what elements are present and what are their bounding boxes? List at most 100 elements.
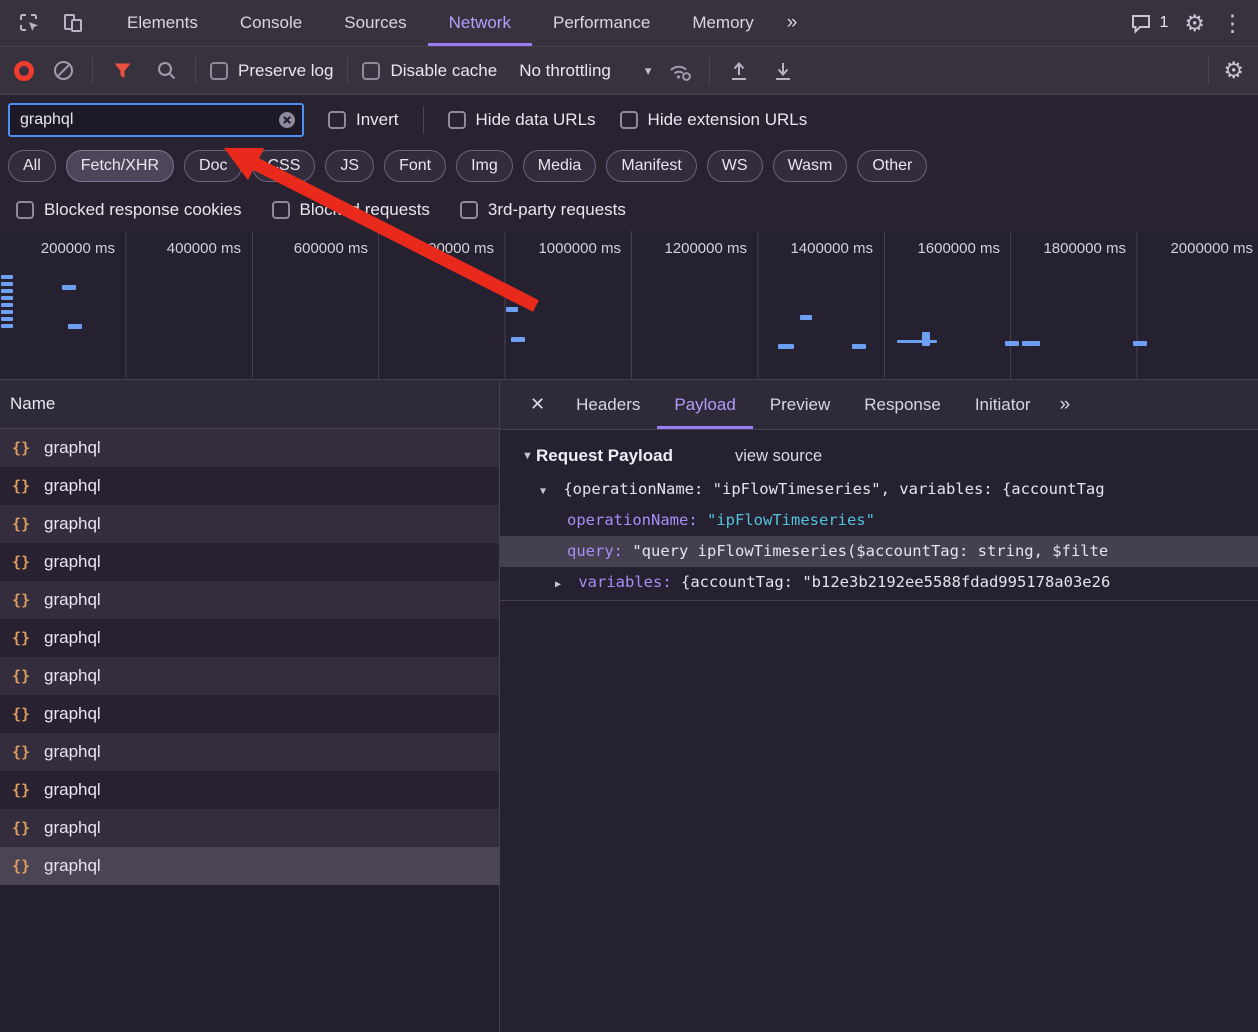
search-icon[interactable] (151, 56, 181, 86)
timeline-canvas[interactable] (0, 231, 1258, 379)
property-key: operationName: (567, 511, 698, 529)
disable-cache-checkbox[interactable]: Disable cache (362, 61, 497, 81)
payload-pane: ▼ Request Payload view source ▼ {operati… (500, 430, 1258, 601)
blocked-response-cookies-checkbox[interactable]: Blocked response cookies (16, 200, 242, 220)
name-column-header[interactable]: Name (0, 380, 499, 429)
close-details-icon[interactable]: ✕ (516, 394, 559, 415)
type-filter-doc[interactable]: Doc (184, 150, 242, 182)
timeline-bar (1, 310, 13, 314)
tab-headers[interactable]: Headers (559, 380, 657, 429)
view-source-link[interactable]: view source (735, 447, 822, 466)
export-har-icon[interactable] (768, 56, 798, 86)
table-row[interactable]: {} graphql (0, 657, 499, 695)
request-name: graphql (44, 704, 101, 724)
clear-network-log-icon[interactable] (48, 56, 78, 86)
type-filter-wasm[interactable]: Wasm (773, 150, 848, 182)
payload-operation-name-node[interactable]: operationName: "ipFlowTimeseries" (500, 505, 1258, 536)
kebab-menu-icon[interactable]: ⋮ (1221, 12, 1244, 35)
inspect-element-icon[interactable] (14, 8, 44, 38)
invert-checkbox[interactable]: Invert (328, 110, 399, 130)
tab-payload[interactable]: Payload (657, 380, 752, 429)
network-toolbar: Preserve log Disable cache No throttling… (0, 47, 1258, 95)
tab-elements[interactable]: Elements (106, 0, 219, 46)
timeline-bar (1, 317, 13, 321)
tab-response[interactable]: Response (847, 380, 958, 429)
settings-gear-icon[interactable]: ⚙ (1184, 12, 1205, 35)
toolbar-right-icons: 1 ⚙ ⋮ (1130, 0, 1258, 46)
tab-console[interactable]: Console (219, 0, 323, 46)
timeline-overview[interactable]: 200000 ms 400000 ms 600000 ms 800000 ms … (0, 231, 1258, 380)
request-payload-section[interactable]: ▼ Request Payload view source (500, 440, 1258, 474)
timeline-bar (1, 289, 13, 293)
table-row[interactable]: {} graphql (0, 733, 499, 771)
blocked-requests-checkbox[interactable]: Blocked requests (272, 200, 430, 220)
type-filter-manifest[interactable]: Manifest (606, 150, 696, 182)
type-filter-img[interactable]: Img (456, 150, 513, 182)
request-details-panel: ✕ Headers Payload Preview Response Initi… (500, 380, 1258, 1032)
preserve-log-checkbox[interactable]: Preserve log (210, 61, 333, 81)
type-filter-media[interactable]: Media (523, 150, 597, 182)
table-row[interactable]: {} graphql (0, 429, 499, 467)
more-details-tabs-icon[interactable]: » (1048, 380, 1083, 429)
main-tabs: Elements Console Sources Network Perform… (106, 0, 809, 46)
third-party-requests-checkbox[interactable]: 3rd-party requests (460, 200, 626, 220)
console-messages-button[interactable]: 1 (1130, 13, 1168, 34)
timeline-bar (1, 275, 13, 279)
divider (92, 57, 93, 85)
table-row[interactable]: {} graphql (0, 543, 499, 581)
payload-query-node[interactable]: query: "query ipFlowTimeseries($accountT… (500, 536, 1258, 567)
tab-network[interactable]: Network (428, 0, 532, 46)
property-key: query: (567, 542, 623, 560)
request-name: graphql (44, 818, 101, 838)
filter-funnel-icon[interactable] (107, 56, 137, 86)
json-braces-icon: {} (12, 819, 34, 837)
timeline-bar (800, 315, 812, 320)
more-tabs-icon[interactable]: » (775, 0, 810, 46)
table-row[interactable]: {} graphql (0, 619, 499, 657)
type-filter-ws[interactable]: WS (707, 150, 763, 182)
hide-extension-urls-checkbox[interactable]: Hide extension URLs (620, 110, 808, 130)
tab-performance[interactable]: Performance (532, 0, 671, 46)
type-filter-js[interactable]: JS (325, 150, 374, 182)
chevron-down-icon: ▾ (645, 63, 652, 79)
table-row-selected[interactable]: {} graphql (0, 847, 499, 885)
network-filter-input[interactable] (8, 103, 304, 137)
request-name: graphql (44, 780, 101, 800)
tab-initiator[interactable]: Initiator (958, 380, 1048, 429)
json-braces-icon: {} (12, 515, 34, 533)
type-filter-font[interactable]: Font (384, 150, 446, 182)
table-row[interactable]: {} graphql (0, 467, 499, 505)
hide-data-urls-checkbox[interactable]: Hide data URLs (448, 110, 596, 130)
collapse-triangle-icon: ▼ (522, 450, 536, 462)
divider (500, 600, 1258, 601)
table-row[interactable]: {} graphql (0, 505, 499, 543)
network-settings-gear-icon[interactable]: ⚙ (1223, 59, 1244, 82)
table-row[interactable]: {} graphql (0, 695, 499, 733)
payload-root-node[interactable]: ▼ {operationName: "ipFlowTimeseries", va… (500, 474, 1258, 505)
payload-variables-node[interactable]: ▶ variables: {accountTag: "b12e3b2192ee5… (500, 567, 1258, 598)
throttling-select[interactable]: No throttling ▾ (519, 61, 651, 81)
clear-filter-icon[interactable] (278, 111, 296, 134)
type-filter-other[interactable]: Other (857, 150, 927, 182)
divider (1208, 57, 1209, 85)
import-har-icon[interactable] (724, 56, 754, 86)
record-network-log-button[interactable] (14, 61, 34, 81)
checkbox-icon (620, 111, 638, 129)
blocked-response-cookies-label: Blocked response cookies (44, 200, 242, 220)
tab-memory[interactable]: Memory (671, 0, 774, 46)
tab-preview[interactable]: Preview (753, 380, 847, 429)
tab-sources[interactable]: Sources (323, 0, 427, 46)
device-toolbar-icon[interactable] (58, 8, 88, 38)
payload-tree: ▼ {operationName: "ipFlowTimeseries", va… (500, 474, 1258, 601)
type-filter-css[interactable]: CSS (252, 150, 315, 182)
table-row[interactable]: {} graphql (0, 581, 499, 619)
table-row[interactable]: {} graphql (0, 809, 499, 847)
request-name: graphql (44, 476, 101, 496)
type-filter-all[interactable]: All (8, 150, 56, 182)
network-conditions-icon[interactable] (665, 56, 695, 86)
table-row[interactable]: {} graphql (0, 771, 499, 809)
request-name: graphql (44, 438, 101, 458)
type-filter-fetch-xhr[interactable]: Fetch/XHR (66, 150, 174, 182)
divider (347, 57, 348, 85)
json-braces-icon: {} (12, 477, 34, 495)
